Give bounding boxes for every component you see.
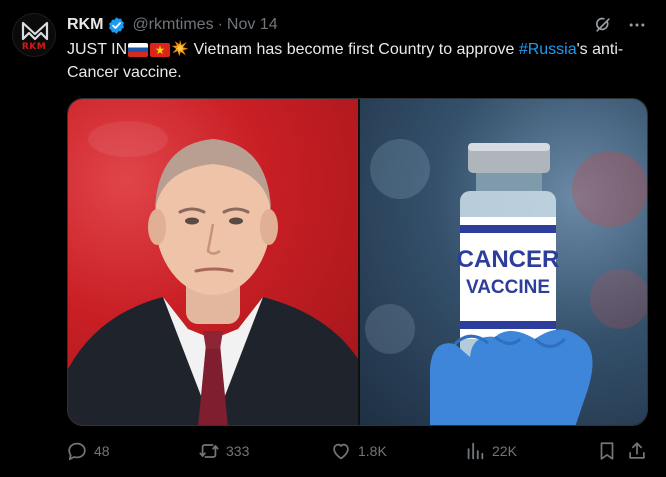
vaccine-label-line2: VACCINE	[466, 277, 550, 298]
portrait-photo[interactable]	[68, 99, 358, 425]
reply-count: 48	[94, 443, 110, 459]
vietnam-flag-icon	[150, 43, 171, 57]
bookmark-icon	[600, 442, 614, 460]
repost-count: 333	[226, 443, 250, 459]
action-bar: 48 333 1.8K 22K	[66, 438, 650, 464]
repost-button[interactable]: 333	[198, 438, 249, 464]
views-icon	[467, 442, 484, 460]
avatar[interactable]: RKM	[12, 13, 56, 57]
user-handle[interactable]: @rkmtimes	[132, 16, 213, 34]
more-icon[interactable]	[626, 14, 648, 36]
tweet-header: RKM @rkmtimes · Nov 14	[67, 14, 278, 36]
like-button[interactable]: 1.8K	[330, 438, 387, 464]
like-count: 1.8K	[358, 443, 387, 459]
vaccine-label-line1: CANCER	[457, 246, 560, 273]
hashtag-link[interactable]: #Russia	[519, 41, 577, 58]
share-button[interactable]	[626, 438, 648, 464]
tweet-media[interactable]: CANCER VACCINE	[67, 98, 648, 426]
like-icon	[333, 443, 349, 460]
view-count: 22K	[492, 443, 517, 459]
grok-icon[interactable]	[592, 14, 614, 36]
header-separator: ·	[217, 16, 223, 33]
russia-flag-icon	[128, 43, 149, 57]
tweet-text: JUST IN Vietnam has become first Country…	[67, 38, 652, 84]
header-actions	[592, 14, 648, 36]
reply-button[interactable]: 48	[66, 438, 110, 464]
tweet-date[interactable]: Nov 14	[227, 16, 278, 34]
views-button[interactable]: 22K	[464, 438, 517, 464]
tweet[interactable]: RKM RKM @rkmtimes · Nov 14 JUST IN Vietn…	[0, 0, 666, 477]
vaccine-illustration: CANCER VACCINE	[365, 139, 647, 425]
verified-badge-icon[interactable]	[107, 16, 126, 35]
repost-icon	[199, 444, 219, 458]
vaccine-photo[interactable]: CANCER VACCINE	[360, 99, 647, 425]
text-main: Vietnam has become first Country to appr…	[189, 41, 519, 58]
avatar-label: RKM	[21, 42, 47, 52]
bookmark-button[interactable]	[596, 438, 618, 464]
collision-emoji-icon	[171, 39, 189, 57]
share-icon	[629, 442, 645, 459]
display-name[interactable]: RKM	[67, 16, 103, 34]
text-prefix: JUST IN	[67, 41, 128, 58]
portrait-illustration	[68, 121, 358, 425]
reply-icon	[68, 442, 86, 461]
